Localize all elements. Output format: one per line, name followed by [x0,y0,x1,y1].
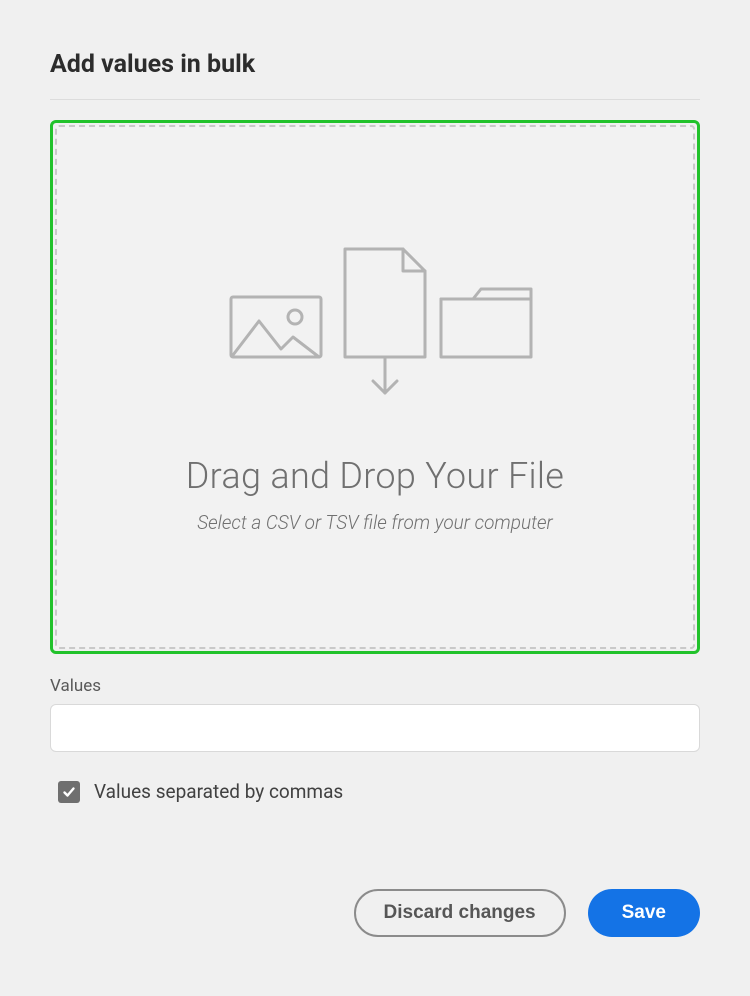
image-icon [231,297,321,357]
dropzone-highlight: Drag and Drop Your File Select a CSV or … [50,120,700,654]
checkmark-icon [62,785,76,799]
file-icon [345,249,425,357]
values-input[interactable] [50,704,700,752]
page-title: Add values in bulk [50,50,700,79]
discard-button[interactable]: Discard changes [354,889,566,937]
divider [50,99,700,100]
dropzone-illustration [215,241,535,405]
values-label: Values [50,676,700,696]
commas-checkbox-label: Values separated by commas [94,780,343,803]
file-dropzone[interactable]: Drag and Drop Your File Select a CSV or … [55,125,695,649]
commas-checkbox[interactable] [58,781,80,803]
dropzone-subtitle: Select a CSV or TSV file from your compu… [197,511,553,534]
folder-icon [441,289,531,357]
arrow-down-icon [373,357,397,393]
save-button[interactable]: Save [588,889,700,937]
dropzone-title: Drag and Drop Your File [186,455,564,497]
